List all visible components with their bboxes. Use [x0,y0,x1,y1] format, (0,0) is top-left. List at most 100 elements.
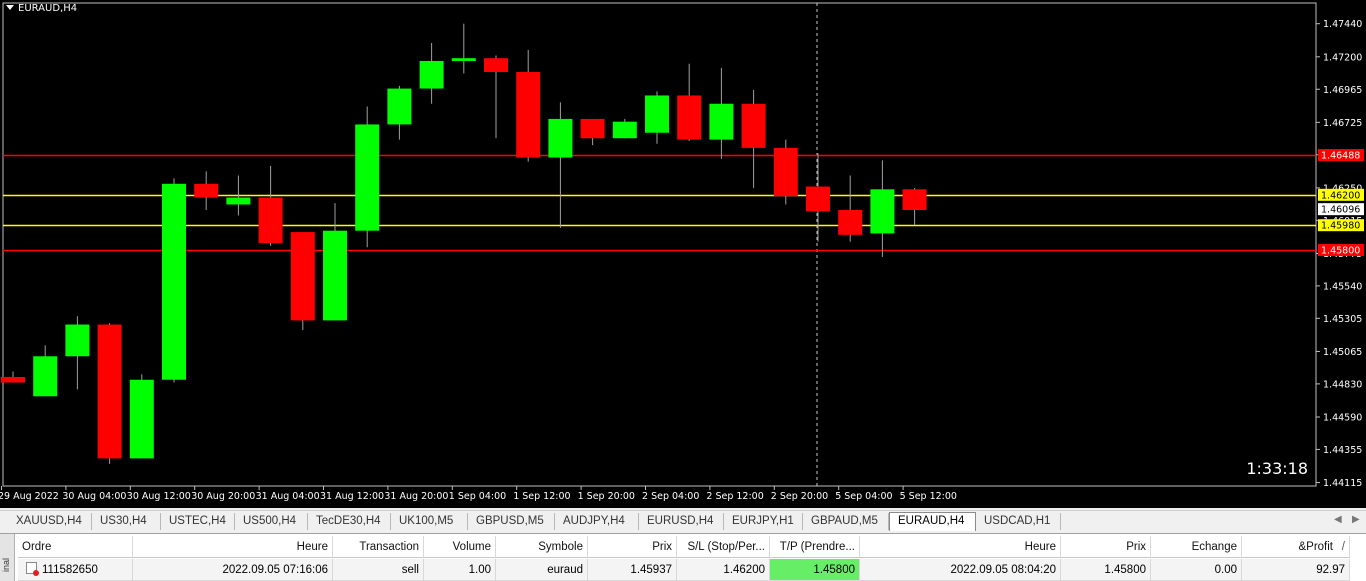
chart-window[interactable]: 1.474401.472001.469651.467251.464901.462… [0,0,1366,508]
y-tick-label: 1.44830 [1323,379,1362,390]
x-tick-label: 1 Sep 04:00 [449,491,506,502]
x-tick-label: 2 Sep 04:00 [642,491,699,502]
price-label-text: 1.45800 [1321,246,1360,257]
column-header-open-price[interactable]: Prix [588,536,677,558]
tab-us500-h4[interactable]: US500,H4 [235,513,308,530]
candle-bull [323,230,347,321]
candle-bull [226,197,251,205]
candle-bull [870,189,895,234]
candle-bull [65,324,90,357]
x-tick-label: 31 Aug 12:00 [320,491,384,502]
terminal-side-label: inal [1,558,11,573]
cell-take-profit: 1.45800 [770,559,860,581]
candle-bull [645,95,669,133]
x-tick-label: 30 Aug 20:00 [191,491,255,502]
cell-transaction: sell [333,559,424,581]
candle-bear [902,189,927,210]
column-header-open-time[interactable]: Heure [133,536,333,558]
tab-ustec-h4[interactable]: USTEC,H4 [161,513,235,530]
candle-bear [194,183,219,198]
sort-indicator-icon: / [1341,541,1345,553]
column-header-take-profit[interactable]: T/P (Prendre... [770,536,860,558]
tab-uk100-m5[interactable]: UK100,M5 [391,513,468,530]
cell-volume: 1.00 [424,559,496,581]
tab-scroll-left-icon[interactable]: ◀ [1334,514,1342,525]
terminal-panel: inal Ordre Heure Transaction Volume Symbole P… [0,533,1366,581]
candlestick-chart[interactable]: 1.474401.472001.469651.467251.464901.462… [0,0,1366,508]
x-tick-label: 1 Sep 20:00 [578,491,635,502]
tab-gbpaud-m5[interactable]: GBPAUD,M5 [803,513,889,530]
tab-eurjpy-h1[interactable]: EURJPY,H1 [724,513,803,530]
chart-menu-triangle-icon[interactable] [6,5,14,10]
tab-euraud-h4[interactable]: EURAUD,H4 [889,512,976,531]
x-tick-label: 31 Aug 04:00 [256,491,320,502]
x-tick-label: 2 Sep 12:00 [706,491,763,502]
x-tick-label: 2 Sep 20:00 [771,491,828,502]
candle-bear [484,58,508,72]
candle-bear [290,232,315,321]
y-tick-label: 1.44115 [1323,478,1362,489]
chart-symbol-timeframe: EURAUD,H4 [18,3,78,14]
tab-xauusd-h4[interactable]: XAUUSD,H4 [8,513,92,530]
candle-bear [838,210,863,235]
column-header-profit[interactable]: &Profit / [1242,536,1350,558]
y-tick-label: 1.47200 [1323,52,1362,63]
price-label-text: 1.45980 [1321,221,1360,232]
column-header-close-price[interactable]: Prix [1061,536,1151,558]
y-tick-label: 1.45540 [1323,281,1362,292]
tab-scroll-right-icon[interactable]: ▶ [1352,514,1360,525]
cell-profit: 92.97 [1242,559,1350,581]
cell-stop-loss: 1.46200 [677,559,770,581]
order-document-icon [26,562,39,576]
x-tick-label: 5 Sep 12:00 [900,491,957,502]
candle-bull [612,121,637,139]
column-header-volume[interactable]: Volume [424,536,496,558]
candle-bull [162,183,186,380]
chart-title: EURAUD,H4 [6,3,77,14]
x-tick-label: 31 Aug 20:00 [384,491,448,502]
bar-countdown-timer: 1:33:18 [1246,459,1308,478]
candle-bull [387,88,412,125]
tab-audjpy-h4[interactable]: AUDJPY,H4 [555,513,639,530]
candle-bear [806,186,830,212]
x-tick-label: 30 Aug 12:00 [127,491,191,502]
candle-bear [580,118,605,139]
candle-bear [773,147,798,197]
candle-bull [129,379,154,459]
y-tick-label: 1.46965 [1323,85,1362,96]
column-header-close-time[interactable]: Heure [860,536,1061,558]
x-tick-label: 1 Sep 12:00 [513,491,570,502]
column-header-stop-loss[interactable]: S/L (Stop/Per... [677,536,770,558]
x-tick-label: 29 Aug 2022 [0,491,59,502]
cell-open-time: 2022.09.05 07:16:06 [133,559,333,581]
chart-plot-border [2,2,1317,487]
candle-bear [677,95,702,140]
tab-gbpusd-m5[interactable]: GBPUSD,M5 [468,513,555,530]
tab-usdcad-h1[interactable]: USDCAD,H1 [976,513,1061,530]
y-tick-label: 1.46725 [1323,118,1362,129]
candle-bull [451,58,476,61]
y-tick-label: 1.45305 [1323,314,1362,325]
candle-bull [419,60,444,89]
tab-eurusd-h4[interactable]: EURUSD,H4 [639,513,724,530]
y-tick-label: 1.45065 [1323,347,1362,358]
column-header-swap[interactable]: Echange [1151,536,1242,558]
price-label-text: 1.46096 [1321,205,1360,216]
y-tick-label: 1.44590 [1323,413,1362,424]
terminal-side-strip[interactable]: inal [0,534,15,581]
y-tick-label: 1.44355 [1323,445,1362,456]
cell-swap: 0.00 [1151,559,1242,581]
tab-us30-h4[interactable]: US30,H4 [92,513,161,530]
cell-symbol: euraud [496,559,588,581]
candle-bull [33,356,58,397]
tab-tecde30-h4[interactable]: TecDE30,H4 [308,513,391,530]
cell-close-time: 2022.09.05 08:04:20 [860,559,1061,581]
column-header-symbol[interactable]: Symbole [496,536,588,558]
candle-bear [97,324,122,459]
column-header-transaction[interactable]: Transaction [333,536,424,558]
column-header-order[interactable]: Ordre [18,536,133,558]
chart-tab-bar: XAUUSD,H4 US30,H4 USTEC,H4 US500,H4 TecDE30,… [0,510,1366,532]
candle-bear [1,376,25,383]
x-tick-label: 5 Sep 04:00 [835,491,892,502]
price-label-text: 1.46200 [1321,190,1360,201]
